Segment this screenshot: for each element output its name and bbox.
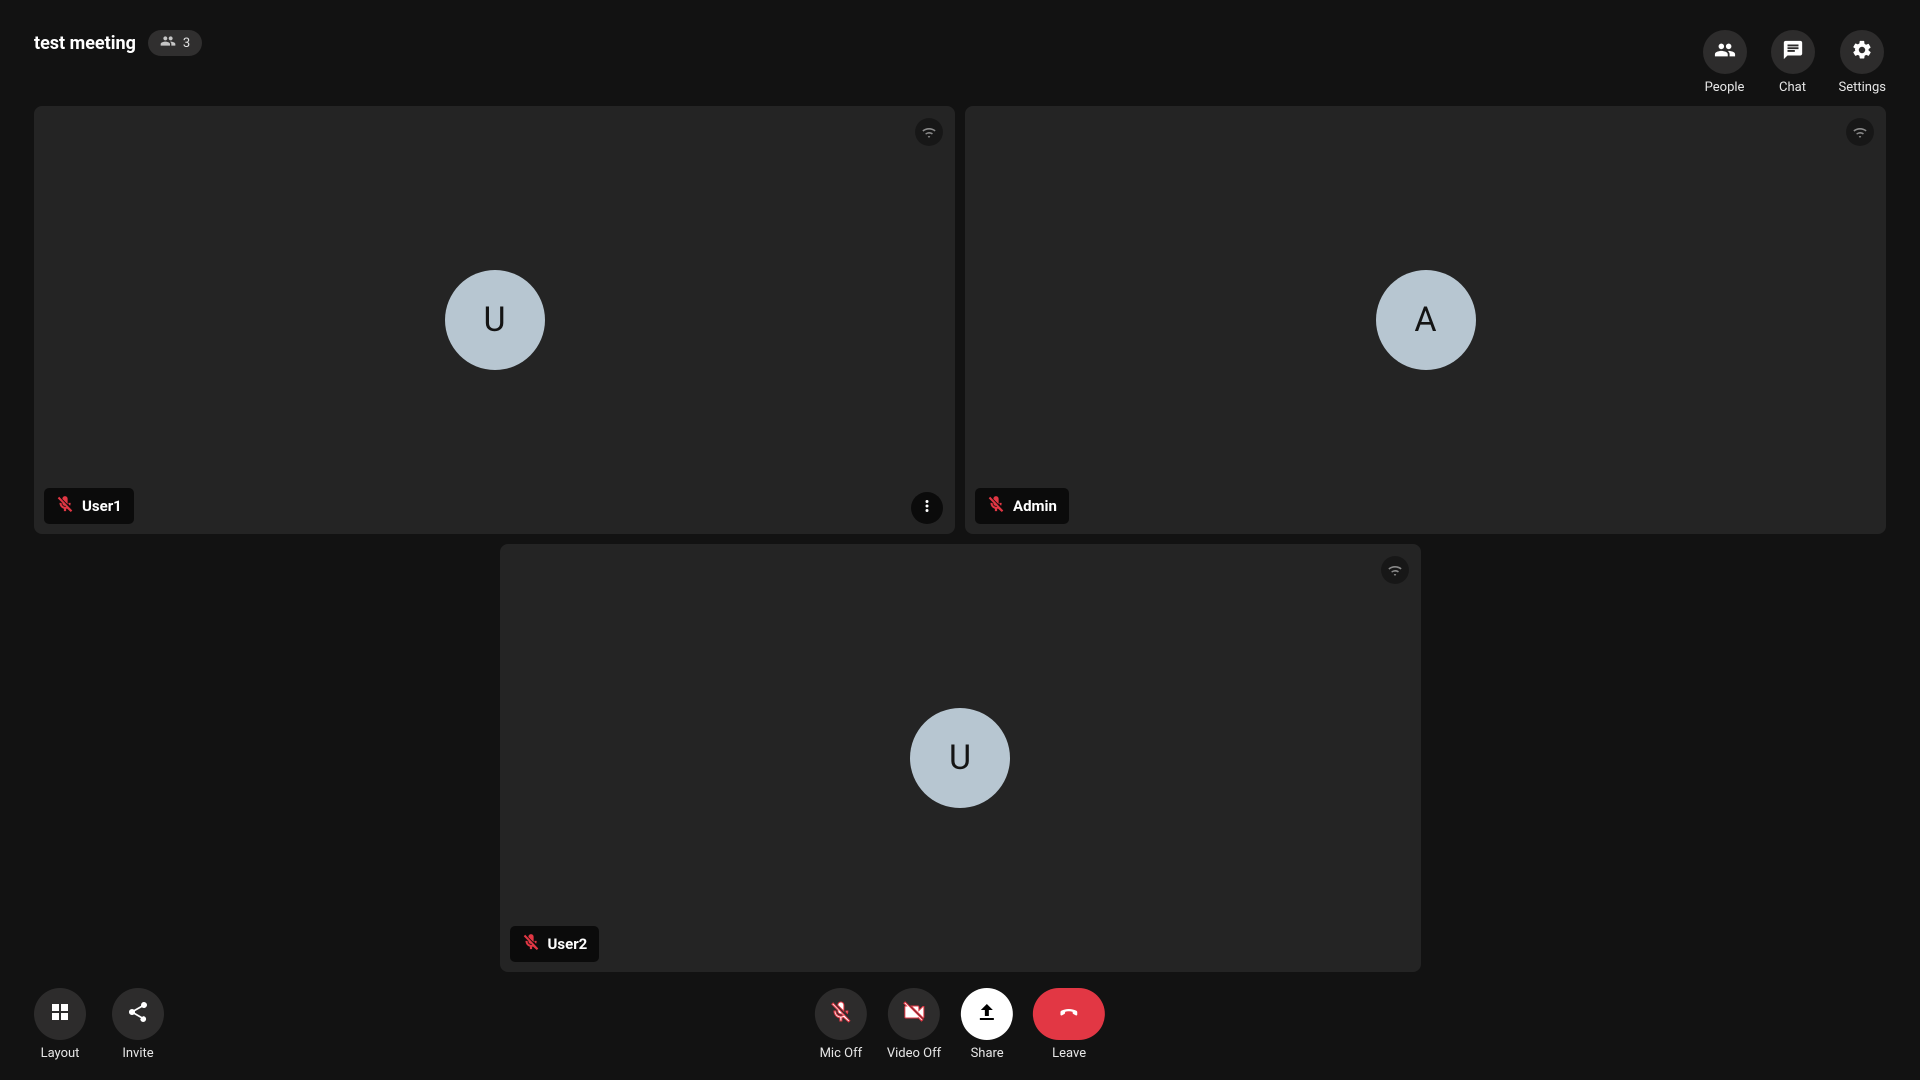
mic-off-icon <box>829 1000 853 1028</box>
control-bar: Layout Invite Mic Off Video Off Share <box>0 982 1920 1080</box>
mic-off-icon <box>987 495 1005 517</box>
share-label: Share <box>971 1046 1004 1061</box>
chat-label: Chat <box>1779 80 1806 95</box>
invite-button[interactable]: Invite <box>112 988 164 1061</box>
settings-button[interactable]: Settings <box>1839 30 1886 95</box>
gear-icon <box>1851 39 1873 65</box>
video-label: Video Off <box>887 1046 941 1061</box>
settings-label: Settings <box>1839 80 1886 95</box>
participant-tile[interactable]: U User1 <box>34 106 955 534</box>
upload-icon <box>975 1000 999 1028</box>
control-bar-left: Layout Invite <box>34 988 164 1061</box>
video-toggle-button[interactable]: Video Off <box>887 988 941 1061</box>
participant-count: 3 <box>183 36 190 51</box>
people-icon <box>160 33 176 53</box>
participant-name-chip: User2 <box>510 926 600 962</box>
meeting-title: test meeting <box>34 33 136 54</box>
share-icon <box>126 1000 150 1028</box>
avatar: A <box>1376 270 1476 370</box>
connection-quality-icon <box>1846 118 1874 146</box>
control-bar-center: Mic Off Video Off Share Leave <box>815 988 1105 1061</box>
header-right: People Chat Settings <box>1703 30 1886 95</box>
share-screen-button[interactable]: Share <box>961 988 1013 1061</box>
mic-off-icon <box>56 495 74 517</box>
connection-quality-icon <box>1381 556 1409 584</box>
header-bar: test meeting 3 People Chat Settings <box>0 0 1920 100</box>
avatar: U <box>910 708 1010 808</box>
connection-quality-icon <box>915 118 943 146</box>
layout-label: Layout <box>41 1046 80 1061</box>
people-icon <box>1714 39 1736 65</box>
people-label: People <box>1705 80 1745 95</box>
more-vert-icon <box>918 497 936 519</box>
avatar: U <box>445 270 545 370</box>
participant-name-chip: Admin <box>975 488 1069 524</box>
chat-icon <box>1782 39 1804 65</box>
mic-toggle-button[interactable]: Mic Off <box>815 988 867 1061</box>
leave-label: Leave <box>1052 1046 1086 1061</box>
mic-off-icon <box>522 933 540 955</box>
invite-label: Invite <box>122 1046 153 1061</box>
participant-grid: U User1 A Admin U <box>34 106 1886 982</box>
chat-button[interactable]: Chat <box>1771 30 1815 95</box>
participant-name-chip: User1 <box>44 488 134 524</box>
hangup-icon <box>1057 1000 1081 1028</box>
participant-tile[interactable]: U User2 <box>500 544 1421 972</box>
tile-more-button[interactable] <box>911 492 943 524</box>
mic-label: Mic Off <box>820 1046 863 1061</box>
layout-icon <box>48 1000 72 1028</box>
leave-button[interactable]: Leave <box>1033 988 1105 1061</box>
participant-tile[interactable]: A Admin <box>965 106 1886 534</box>
participant-count-pill[interactable]: 3 <box>148 30 202 56</box>
participant-name: User1 <box>82 497 122 515</box>
people-button[interactable]: People <box>1703 30 1747 95</box>
participant-name: Admin <box>1013 497 1057 515</box>
header-left: test meeting 3 <box>34 30 202 56</box>
participant-name: User2 <box>548 935 588 953</box>
video-off-icon <box>902 1000 926 1028</box>
layout-button[interactable]: Layout <box>34 988 86 1061</box>
